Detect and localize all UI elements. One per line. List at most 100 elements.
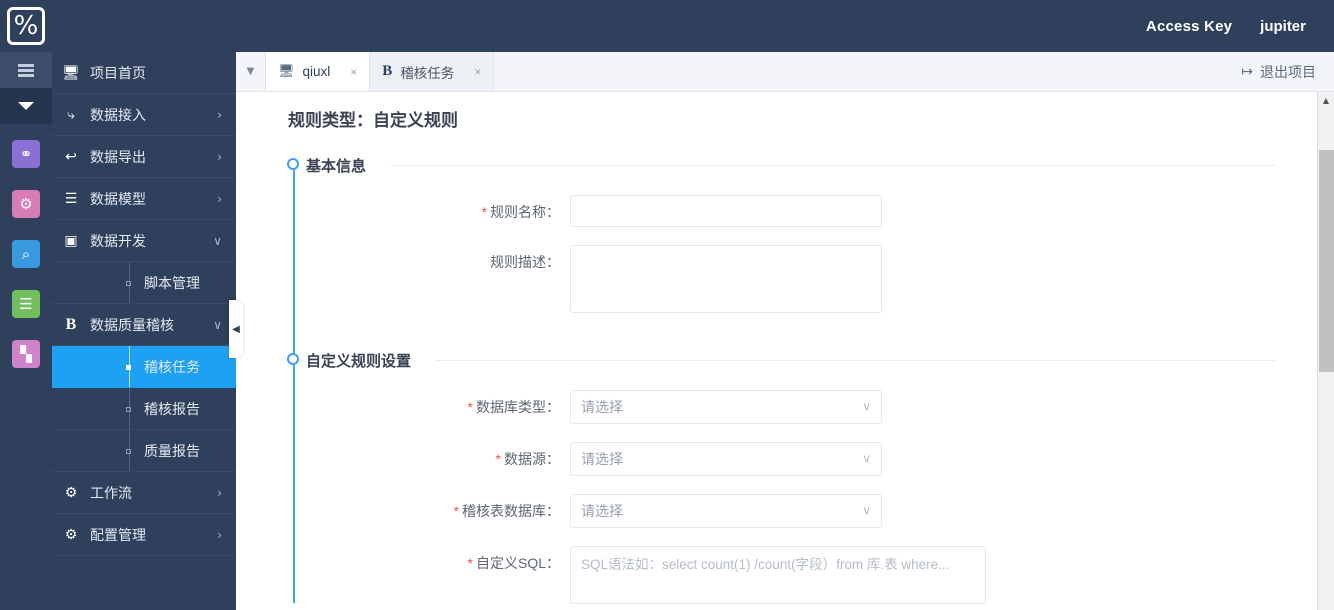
chevron-right-icon: › — [217, 191, 222, 206]
close-icon[interactable]: × — [474, 65, 481, 79]
user-menu[interactable]: jupiter — [1246, 18, 1334, 35]
scroll-up-button[interactable]: ▲ — [1318, 92, 1334, 109]
page-title: 规则类型：自定义规则 — [288, 111, 458, 130]
sidebar-item-project-home[interactable]: 🖥 项目首页 — [52, 52, 236, 94]
form-row-rule-description: 规则描述： — [288, 245, 1316, 318]
sidebar-item-audit-report[interactable]: 稽核报告 — [52, 388, 236, 430]
sidebar-item-data-quality-audit[interactable]: B 数据质量稽核 ∨ — [52, 304, 236, 346]
sidebar-nav: 🖥 项目首页 ⤷ 数据接入 › ↩ 数据导出 › ☰ 数据模型 › ▣ 数据开发… — [52, 52, 236, 610]
database-app-icon[interactable]: ☰ — [12, 290, 40, 318]
tree-node-icon — [126, 365, 131, 370]
sidebar-item-data-ingest[interactable]: ⤷ 数据接入 › — [52, 94, 236, 136]
access-key-link[interactable]: Access Key — [1132, 18, 1246, 35]
sidebar-item-label: 质量报告 — [144, 442, 200, 459]
chevron-right-icon: › — [217, 527, 222, 542]
section-title: 自定义规则设置 — [306, 352, 412, 370]
required-marker: * — [467, 399, 473, 415]
sidebar-item-label: 数据模型 — [90, 190, 146, 207]
section-divider — [435, 359, 1276, 361]
chart-app-icon[interactable]: ▚ — [12, 340, 40, 368]
tab-qiuxl[interactable]: 🖥 qiuxl × — [266, 52, 371, 91]
sidebar-item-data-model[interactable]: ☰ 数据模型 › — [52, 178, 236, 220]
b-letter-icon: B — [65, 315, 77, 333]
label-text: 稽核表数据库： — [462, 503, 560, 519]
arrow-import-icon: ⤷ — [67, 106, 75, 123]
sidebar-item-label: 脚本管理 — [144, 274, 200, 291]
required-marker: * — [481, 204, 487, 220]
database-icon: ☰ — [64, 190, 78, 207]
section-divider — [390, 164, 1276, 166]
form-row-rule-name: * 规则名称： — [288, 195, 1316, 227]
exit-project-label: 退出项目 — [1260, 63, 1316, 80]
custom-sql-textarea[interactable] — [570, 546, 986, 604]
workflow-icon: ⚙ — [64, 484, 78, 501]
tree-node-icon — [126, 449, 131, 454]
sidebar-item-workflow[interactable]: ⚙ 工作流 › — [52, 472, 236, 514]
scrollbar-thumb[interactable] — [1319, 150, 1334, 372]
sidebar-item-config-management[interactable]: ⚙ 配置管理 › — [52, 514, 236, 556]
exit-project-button[interactable]: ↦ 退出项目 — [1227, 52, 1334, 91]
rule-description-textarea[interactable] — [570, 245, 882, 313]
datasource-select[interactable]: 请选择 ∨ — [570, 442, 882, 476]
tab-bar: ▼ 🖥 qiuxl × B 稽核任务 × ↦ 退出项目 — [236, 52, 1334, 92]
sidebar-item-label: 配置管理 — [90, 526, 146, 543]
rule-description-label: 规则描述： — [288, 245, 570, 272]
tree-node-icon — [126, 407, 131, 412]
audit-table-database-field-wrap: 请选择 ∨ — [570, 494, 882, 528]
required-marker: * — [495, 451, 501, 467]
sidebar-item-label: 项目首页 — [90, 64, 146, 81]
form-row-database-type: * 数据库类型： 请选择 ∨ — [288, 390, 1316, 424]
sidebar-item-label: 稽核报告 — [144, 400, 200, 417]
logo-container[interactable]: % — [0, 0, 52, 52]
form-row-datasource: * 数据源： 请选择 ∨ — [288, 442, 1316, 476]
sidebar-item-quality-report[interactable]: 质量报告 — [52, 430, 236, 472]
gear-icon: ⚙ — [64, 526, 78, 543]
shield-app-icon[interactable]: ⚭ — [12, 140, 40, 168]
required-marker: * — [453, 503, 459, 519]
chevron-down-icon: ∨ — [213, 233, 222, 248]
sidebar-item-label: 数据接入 — [90, 106, 146, 123]
collapse-left-icon: ◀ — [232, 323, 240, 335]
close-icon[interactable]: × — [350, 65, 357, 79]
datasource-field-wrap: 请选择 ∨ — [570, 442, 882, 476]
tab-label: 稽核任务 — [400, 65, 455, 81]
chevron-right-icon: › — [217, 107, 222, 122]
monitor-icon: 🖥 — [62, 64, 80, 81]
calendar-app-icon[interactable]: ⚙ — [12, 190, 40, 218]
chevron-right-icon: › — [217, 485, 222, 500]
tab-dropdown-button[interactable]: ▼ — [236, 52, 266, 91]
chevron-down-icon: ∨ — [862, 503, 871, 518]
top-bar: % Access Key jupiter — [0, 0, 1334, 52]
custom-sql-label: * 自定义SQL： — [288, 546, 570, 573]
rail-collapse-button[interactable] — [0, 88, 52, 124]
audit-table-database-select[interactable]: 请选择 ∨ — [570, 494, 882, 528]
rule-name-field-wrap — [570, 195, 882, 227]
vertical-scrollbar[interactable]: ▲ — [1317, 92, 1334, 610]
timeline-node-icon — [287, 158, 299, 170]
label-text: 规则名称： — [490, 204, 560, 220]
sidebar-item-data-export[interactable]: ↩ 数据导出 › — [52, 136, 236, 178]
application-window: % Access Key jupiter ⚭ ⚙ ⌕ ☰ ▚ 🖥 项目首页 ⤷ — [0, 0, 1334, 610]
monitor-icon: 🖥 — [278, 64, 295, 79]
tab-audit-task[interactable]: B 稽核任务 × — [370, 52, 495, 91]
icon-rail: ⚭ ⚙ ⌕ ☰ ▚ — [0, 52, 52, 610]
sidebar-item-label: 稽核任务 — [144, 358, 200, 375]
rail-app-list: ⚭ ⚙ ⌕ ☰ ▚ — [0, 124, 52, 368]
logout-icon: ↦ — [1241, 63, 1253, 80]
hamburger-menu-button[interactable] — [0, 52, 52, 88]
datasource-label: * 数据源： — [288, 442, 570, 469]
database-type-select[interactable]: 请选择 ∨ — [570, 390, 882, 424]
database-type-label: * 数据库类型： — [288, 390, 570, 417]
rule-name-input[interactable] — [570, 195, 882, 227]
section-custom-rule-settings: 自定义规则设置 * 数据库类型： 请选择 ∨ * 数据源： 请选择 ∨ * 稽核… — [236, 348, 1316, 609]
scrollbar-track-bottom[interactable] — [1318, 593, 1334, 610]
select-value: 请选择 — [581, 399, 623, 415]
sidebar-item-data-development[interactable]: ▣ 数据开发 ∨ — [52, 220, 236, 262]
label-text: 规则描述： — [490, 254, 560, 270]
form-row-custom-sql: * 自定义SQL： — [288, 546, 1316, 609]
sidebar-item-audit-task[interactable]: 稽核任务 — [52, 346, 236, 388]
sidebar-item-script-management[interactable]: 脚本管理 — [52, 262, 236, 304]
search-folder-app-icon[interactable]: ⌕ — [12, 240, 40, 268]
sidebar-item-label: 数据开发 — [90, 232, 146, 249]
sidebar-collapse-handle[interactable]: ◀ — [229, 300, 243, 358]
